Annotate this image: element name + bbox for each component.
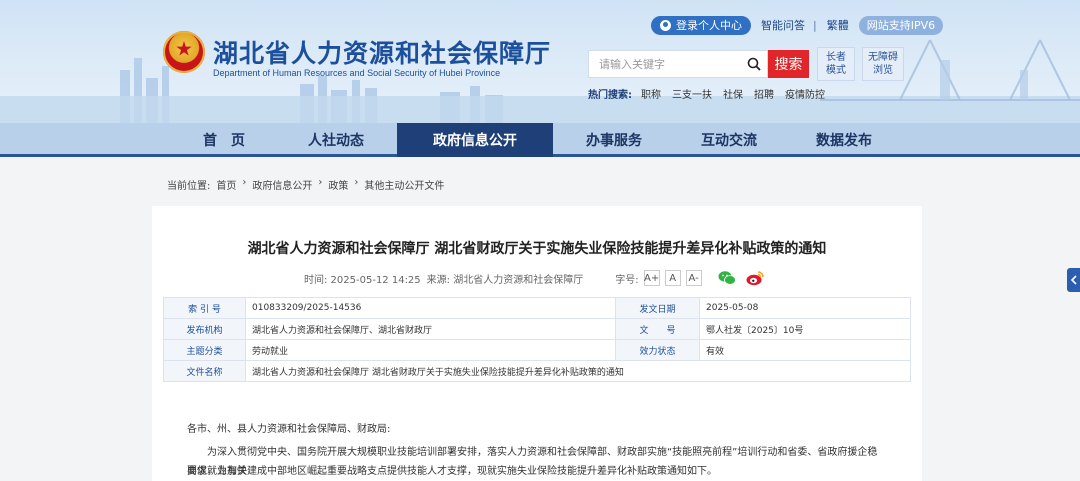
top-links-bar: 登录个人中心 智能问答 | 繁體 网站支持IPV6 (651, 15, 944, 35)
hot-search-label: 热门搜索: (588, 90, 632, 101)
breadcrumb: 当前位置: 首页 › 政府信息公开 › 政策 › 其他主动公开文件 (167, 177, 450, 192)
article-salutation: 各市、州、县人力资源和社会保障局、财政局: (187, 424, 391, 435)
accessible-label-1: 无障碍 (868, 52, 898, 63)
table-row: 索 引 号 010833209/2025-14536 发文日期 2025-05-… (163, 297, 911, 319)
article-container: 湖北省人力资源和社会保障厅 湖北省财政厅关于实施失业保险技能提升差异化补贴政策的… (152, 206, 922, 481)
table-row: 发布机构 湖北省人力资源和社会保障厅、湖北省财政厅 文 号 鄂人社发〔2025〕… (163, 318, 911, 340)
elder-mode-label-2: 模式 (826, 65, 846, 76)
breadcrumb-label: 当前位置: (167, 181, 211, 192)
traditional-chinese-link[interactable]: 繁體 (827, 17, 849, 33)
login-label: 登录个人中心 (676, 19, 742, 32)
accessible-browse-button[interactable]: 无障碍 浏览 (862, 47, 904, 81)
main-nav: 首 页 人社动态 政府信息公开 办事服务 互动交流 数据发布 (0, 123, 1080, 157)
breadcrumb-separator: › (242, 177, 247, 188)
article-meta: 时间: 2025-05-12 14:25 来源: 湖北省人力资源和社会保障厅 字… (304, 270, 764, 286)
site-header: 湖北省人力资源和社会保障厅 Department of Human Resour… (0, 0, 1080, 123)
hot-search-item[interactable]: 社保 (723, 86, 743, 101)
status-value: 有效 (699, 339, 911, 361)
page: 湖北省人力资源和社会保障厅 Department of Human Resour… (0, 0, 1080, 481)
chevron-left-icon (1070, 275, 1077, 285)
doc-no-label: 文 号 (615, 318, 700, 340)
category-label: 主题分类 (163, 339, 246, 361)
index-no-label: 索 引 号 (163, 297, 246, 319)
search-box (588, 50, 768, 78)
nav-item-news[interactable]: 人社动态 (258, 123, 414, 157)
publish-date-label: 发文日期 (615, 297, 700, 319)
table-row: 文件名称 湖北省人力资源和社会保障厅 湖北省财政厅关于实施失业保险技能提升差异化… (163, 360, 911, 382)
ipv6-badge[interactable]: 网站支持IPV6 (858, 15, 944, 35)
national-emblem-logo (163, 31, 205, 73)
hot-search-item[interactable]: 疫情防控 (785, 86, 825, 101)
weibo-share-icon[interactable] (746, 270, 764, 286)
user-icon (660, 19, 671, 31)
doc-no-value: 鄂人社发〔2025〕10号 (699, 318, 911, 340)
article-source: 来源: 湖北省人力资源和社会保障厅 (426, 274, 584, 286)
breadcrumb-link-gov-info[interactable]: 政府信息公开 (252, 177, 312, 192)
accessible-label-2: 浏览 (873, 65, 893, 76)
font-default-button[interactable]: A (664, 270, 681, 286)
font-decrease-button[interactable]: A- (685, 270, 702, 286)
hot-search-item[interactable]: 三支一扶 (672, 86, 712, 101)
breadcrumb-separator: › (318, 177, 323, 188)
nav-item-data[interactable]: 数据发布 (766, 123, 922, 157)
font-size-label: 字号: (615, 274, 639, 286)
nav-item-gov-info[interactable]: 政府信息公开 (397, 123, 553, 157)
article-title: 湖北省人力资源和社会保障厅 湖北省财政厅关于实施失业保险技能提升差异化补贴政策的… (247, 241, 827, 257)
breadcrumb-separator: › (354, 177, 359, 188)
filename-label: 文件名称 (163, 360, 246, 382)
issuer-value: 湖北省人力资源和社会保障厅、湖北省财政厅 (245, 318, 616, 340)
site-title: 湖北省人力资源和社会保障厅 (213, 39, 552, 68)
search-button[interactable]: 搜索 (768, 50, 809, 78)
hot-search-item[interactable]: 招聘 (754, 86, 774, 101)
publish-time: 时间: 2025-05-12 14:25 (304, 274, 421, 286)
hot-search-item[interactable]: 职称 (641, 86, 661, 101)
divider: | (813, 18, 817, 32)
breadcrumb-link-home[interactable]: 首页 (216, 177, 236, 192)
article-paragraph-line-2: 要求，为加快建成中部地区崛起重要战略支点提供技能人才支撑，现就实施失业保险技能提… (187, 466, 717, 477)
document-info-table: 索 引 号 010833209/2025-14536 发文日期 2025-05-… (163, 297, 911, 382)
elder-mode-button[interactable]: 长者 模式 (817, 47, 855, 81)
issuer-label: 发布机构 (163, 318, 246, 340)
side-panel-toggle[interactable] (1067, 268, 1080, 292)
search-icon[interactable] (747, 57, 761, 71)
hot-search: 热门搜索: 职称 三支一扶 社保 招聘 疫情防控 (588, 86, 836, 101)
filename-value: 湖北省人力资源和社会保障厅 湖北省财政厅关于实施失业保险技能提升差异化补贴政策的… (245, 360, 911, 382)
status-label: 效力状态 (615, 339, 700, 361)
wechat-share-icon[interactable] (718, 270, 736, 286)
table-row: 主题分类 劳动就业 效力状态 有效 (163, 339, 911, 361)
breadcrumb-link-policy[interactable]: 政策 (328, 177, 348, 192)
index-no-value: 010833209/2025-14536 (245, 297, 616, 319)
search-input[interactable] (599, 52, 749, 76)
category-value: 劳动就业 (245, 339, 616, 361)
site-title-english: Department of Human Resources and Social… (213, 68, 501, 78)
publish-date-value: 2025-05-08 (699, 297, 911, 319)
login-button[interactable]: 登录个人中心 (651, 15, 751, 35)
font-increase-button[interactable]: A+ (643, 270, 660, 286)
elder-mode-label-1: 长者 (826, 52, 846, 63)
breadcrumb-link-other-files[interactable]: 其他主动公开文件 (364, 177, 444, 192)
smart-qa-link[interactable]: 智能问答 (761, 17, 805, 33)
